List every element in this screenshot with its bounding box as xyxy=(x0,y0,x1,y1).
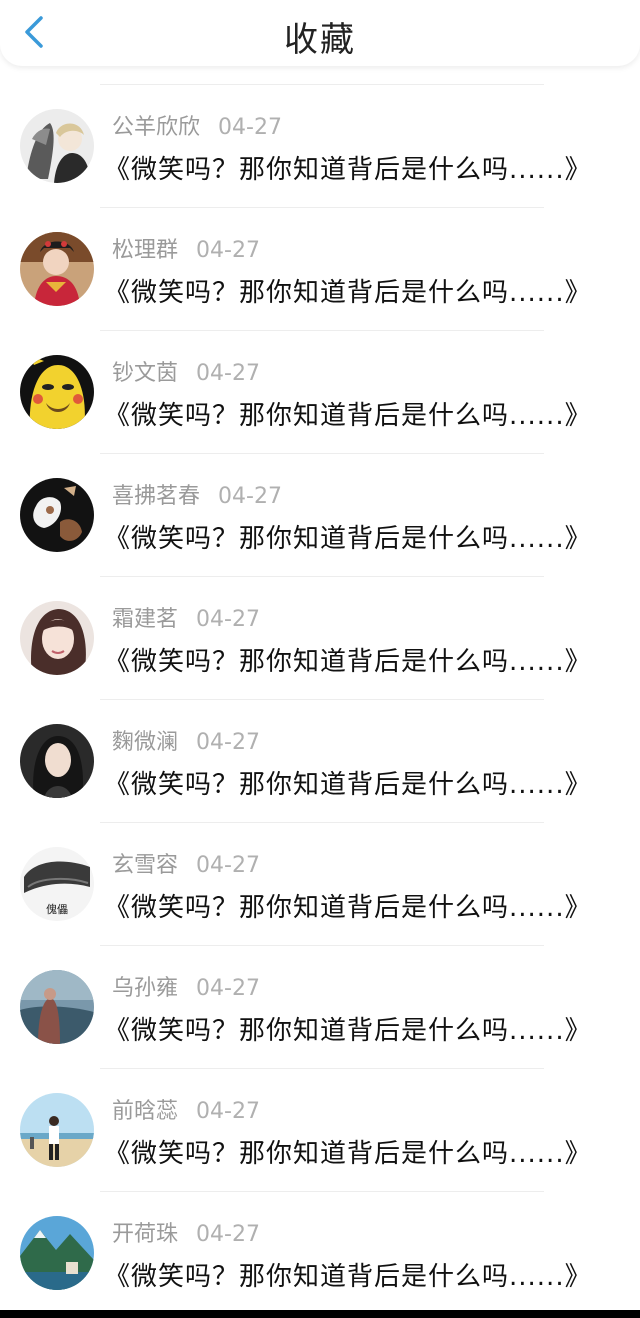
list-item[interactable]: 喜拂茗春 04-27 《微笑吗？那你知道背后是什么吗......》 xyxy=(0,454,640,576)
page-title: 收藏 xyxy=(284,20,356,60)
avatar[interactable]: 傀儡 xyxy=(20,847,94,921)
avatar[interactable] xyxy=(20,1216,94,1290)
user-name: 霜建茗 xyxy=(112,607,179,632)
list-item[interactable]: 松理群 04-27 《微笑吗？那你知道背后是什么吗......》 xyxy=(0,208,640,330)
article-title: 《微笑吗？那你知道背后是什么吗......》 xyxy=(104,155,592,185)
avatar[interactable] xyxy=(20,601,94,675)
avatar[interactable] xyxy=(20,109,94,183)
favorites-page: 收藏 公羊欣欣 04-27 《微笑吗？那你知道背后是什么吗......》 松理群… xyxy=(0,0,640,1318)
article-title: 《微笑吗？那你知道背后是什么吗......》 xyxy=(104,647,592,677)
avatar[interactable] xyxy=(20,1093,94,1167)
user-name: 公羊欣欣 xyxy=(112,115,201,140)
article-title: 《微笑吗？那你知道背后是什么吗......》 xyxy=(104,1139,592,1169)
avatar-caption: 傀儡 xyxy=(46,902,68,916)
avatar[interactable] xyxy=(20,724,94,798)
bottom-edge xyxy=(0,1310,640,1318)
article-title: 《微笑吗？那你知道背后是什么吗......》 xyxy=(104,1016,592,1046)
user-name: 前晗蕊 xyxy=(112,1099,179,1124)
post-date: 04-27 xyxy=(196,1222,260,1247)
list-item[interactable]: 霜建茗 04-27 《微笑吗？那你知道背后是什么吗......》 xyxy=(0,577,640,699)
user-name: 开荷珠 xyxy=(112,1222,179,1247)
favorites-list: 公羊欣欣 04-27 《微笑吗？那你知道背后是什么吗......》 松理群 04… xyxy=(0,84,640,1314)
article-title: 《微笑吗？那你知道背后是什么吗......》 xyxy=(104,893,592,923)
list-item[interactable]: 乌孙雍 04-27 《微笑吗？那你知道背后是什么吗......》 xyxy=(0,946,640,1068)
list-item[interactable]: 钞文茵 04-27 《微笑吗？那你知道背后是什么吗......》 xyxy=(0,331,640,453)
user-name: 乌孙雍 xyxy=(112,976,179,1001)
post-date: 04-27 xyxy=(196,361,260,386)
user-name: 喜拂茗春 xyxy=(112,484,201,509)
article-title: 《微笑吗？那你知道背后是什么吗......》 xyxy=(104,524,592,554)
top-bar: 收藏 xyxy=(0,0,640,66)
post-date: 04-27 xyxy=(196,238,260,263)
user-name: 松理群 xyxy=(112,238,179,263)
post-date: 04-27 xyxy=(218,115,282,140)
list-item[interactable]: 开荷珠 04-27 《微笑吗？那你知道背后是什么吗......》 xyxy=(0,1192,640,1314)
article-title: 《微笑吗？那你知道背后是什么吗......》 xyxy=(104,770,592,800)
avatar[interactable] xyxy=(20,355,94,429)
avatar[interactable] xyxy=(20,478,94,552)
article-title: 《微笑吗？那你知道背后是什么吗......》 xyxy=(104,1262,592,1292)
post-date: 04-27 xyxy=(218,484,282,509)
list-item[interactable]: 麴微澜 04-27 《微笑吗？那你知道背后是什么吗......》 xyxy=(0,700,640,822)
post-date: 04-27 xyxy=(196,607,260,632)
post-date: 04-27 xyxy=(196,1099,260,1124)
list-item[interactable]: 前晗蕊 04-27 《微笑吗？那你知道背后是什么吗......》 xyxy=(0,1069,640,1191)
list-item[interactable]: 公羊欣欣 04-27 《微笑吗？那你知道背后是什么吗......》 xyxy=(0,85,640,207)
post-date: 04-27 xyxy=(196,976,260,1001)
user-name: 玄雪容 xyxy=(112,853,179,878)
list-item[interactable]: 傀儡 玄雪容 04-27 《微笑吗？那你知道背后是什么吗......》 xyxy=(0,823,640,945)
avatar[interactable] xyxy=(20,232,94,306)
avatar[interactable] xyxy=(20,970,94,1044)
user-name: 麴微澜 xyxy=(112,730,179,755)
article-title: 《微笑吗？那你知道背后是什么吗......》 xyxy=(104,278,592,308)
article-title: 《微笑吗？那你知道背后是什么吗......》 xyxy=(104,401,592,431)
user-name: 钞文茵 xyxy=(112,361,179,386)
post-date: 04-27 xyxy=(196,730,260,755)
post-date: 04-27 xyxy=(196,853,260,878)
